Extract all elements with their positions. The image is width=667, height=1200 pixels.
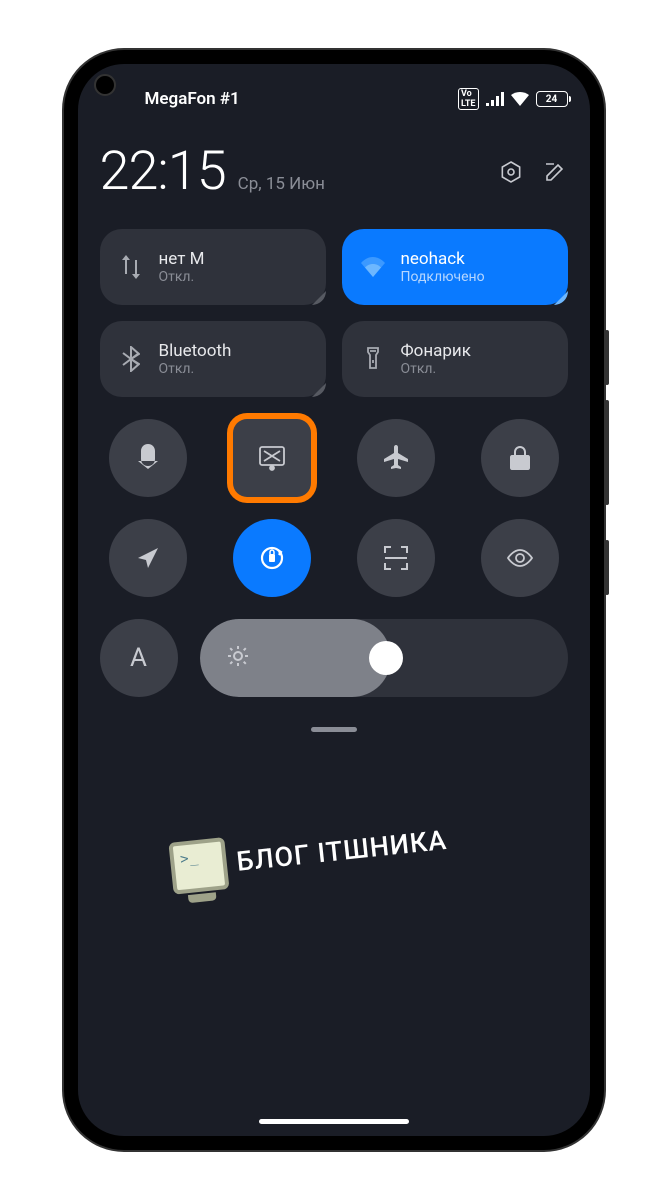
tile-sub: Откл. — [159, 269, 205, 285]
location-toggle[interactable] — [109, 519, 187, 597]
screen: MegaFon #1 VoLTE 24 22:15 Ср, 15 Июн — [78, 64, 590, 1136]
tile-sub: Откл. — [159, 361, 232, 377]
date: Ср, 15 Июн — [238, 174, 325, 194]
bluetooth-icon — [118, 346, 144, 372]
scan-toggle[interactable] — [357, 519, 435, 597]
mobile-data-icon — [118, 254, 144, 280]
clock: 22:15 — [100, 140, 226, 203]
phone-mockup: MegaFon #1 VoLTE 24 22:15 Ср, 15 Июн — [64, 50, 604, 1150]
status-bar: MegaFon #1 VoLTE 24 — [100, 88, 568, 110]
tile-title: Bluetooth — [159, 341, 232, 361]
auto-brightness-toggle[interactable]: A — [100, 619, 178, 697]
terminal-icon: >_ — [168, 837, 229, 895]
sun-icon — [226, 644, 250, 672]
front-camera — [94, 74, 116, 96]
watermark-text: БЛОГ ІТШНИКА — [235, 824, 448, 878]
tile-sub: Подключено — [401, 269, 485, 285]
brightness-row: A — [100, 619, 568, 697]
wifi-tile[interactable]: neohack Подключено — [342, 229, 568, 305]
lock-toggle[interactable] — [481, 419, 559, 497]
signal-icon — [486, 92, 504, 106]
bluetooth-tile[interactable]: Bluetooth Откл. — [100, 321, 326, 397]
slider-thumb[interactable] — [369, 641, 403, 675]
eye-toggle[interactable] — [481, 519, 559, 597]
home-indicator[interactable] — [259, 1119, 409, 1124]
flashlight-tile[interactable]: Фонарик Откл. — [342, 321, 568, 397]
volte-icon: VoLTE — [458, 88, 479, 110]
tile-sub: Откл. — [401, 361, 471, 377]
carrier-label: MegaFon #1 — [145, 89, 240, 109]
sound-toggle[interactable] — [109, 419, 187, 497]
expand-corner-icon[interactable] — [312, 383, 326, 397]
toggle-grid — [100, 419, 568, 597]
mobile-data-tile[interactable]: нет М Откл. — [100, 229, 326, 305]
battery-icon: 24 — [536, 91, 568, 107]
wifi-icon — [360, 254, 386, 280]
side-button — [605, 330, 609, 385]
tile-title: Фонарик — [401, 341, 471, 361]
edit-icon[interactable] — [542, 159, 568, 185]
side-button — [605, 400, 609, 505]
side-button — [605, 540, 609, 595]
tile-title: нет М — [159, 249, 205, 269]
header-row: 22:15 Ср, 15 Июн — [100, 140, 568, 203]
screenshot-toggle[interactable] — [233, 419, 311, 497]
drag-handle[interactable] — [311, 727, 357, 732]
airplane-toggle[interactable] — [357, 419, 435, 497]
expand-corner-icon[interactable] — [554, 291, 568, 305]
watermark: >_ БЛОГ ІТШНИКА — [168, 801, 569, 894]
wifi-icon — [511, 92, 529, 106]
expand-corner-icon[interactable] — [312, 291, 326, 305]
brightness-slider[interactable] — [200, 619, 568, 697]
settings-icon[interactable] — [498, 159, 524, 185]
tile-title: neohack — [401, 249, 485, 269]
large-tiles: нет М Откл. neohack Подключено — [100, 229, 568, 397]
rotation-lock-toggle[interactable] — [233, 519, 311, 597]
flashlight-icon — [360, 346, 386, 372]
